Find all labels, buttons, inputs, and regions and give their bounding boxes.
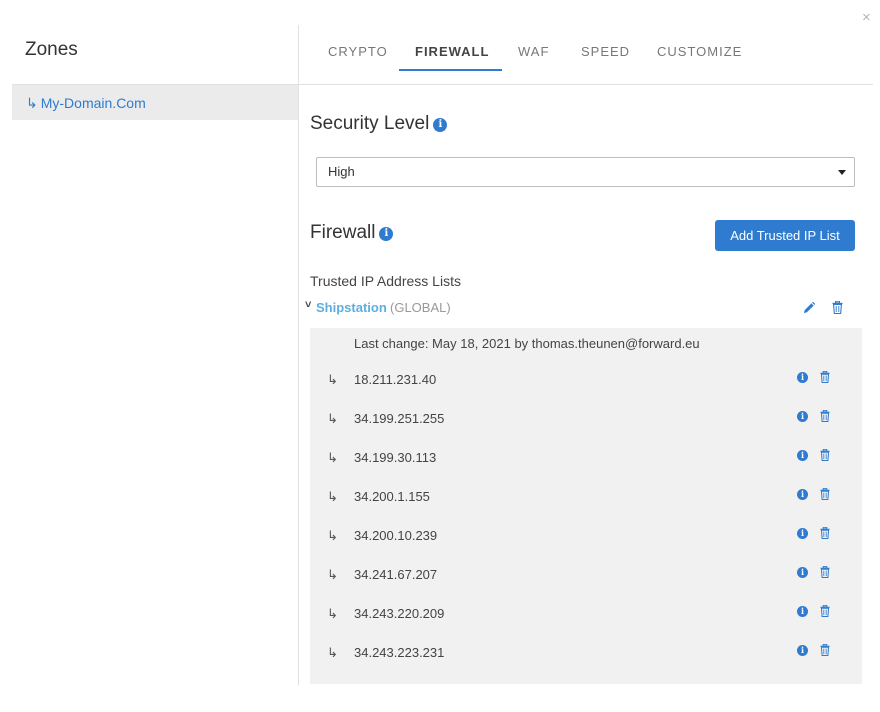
tab-speed[interactable]: SPEED: [581, 44, 630, 59]
ip-address: 34.200.1.155: [354, 489, 430, 504]
active-tab-indicator: [399, 69, 502, 71]
sub-arrow-icon: ↳: [327, 411, 338, 426]
trash-icon[interactable]: [832, 301, 843, 314]
info-icon[interactable]: i: [797, 567, 808, 578]
info-icon[interactable]: i: [797, 372, 808, 383]
info-icon[interactable]: i: [379, 227, 394, 241]
ip-address: 34.243.220.209: [354, 606, 445, 621]
caret-down-icon: [838, 170, 846, 175]
ip-address: 34.241.67.207: [354, 567, 438, 582]
trash-icon[interactable]: [820, 449, 830, 461]
ip-list-item: ↳ 34.243.223.231 i: [310, 643, 862, 663]
ip-list-name[interactable]: Shipstation: [316, 300, 387, 315]
sidebar-item-my-domain[interactable]: ↳ My-Domain.Com: [12, 85, 299, 120]
ip-list-item: ↳ 34.199.251.255 i: [310, 409, 862, 429]
sub-arrow-icon: ↳: [327, 528, 338, 543]
ip-list-item: ↳ 34.243.220.209 i: [310, 604, 862, 624]
tab-crypto[interactable]: CRYPTO: [328, 44, 388, 59]
info-icon[interactable]: i: [797, 606, 808, 617]
security-level-select[interactable]: High: [316, 157, 855, 187]
sub-arrow-icon: ↳: [327, 645, 338, 660]
ip-address: 34.199.30.113: [354, 450, 437, 465]
tab-customize[interactable]: CUSTOMIZE: [657, 44, 742, 59]
ip-list-item: ↳ 18.211.231.40 i: [310, 370, 862, 390]
security-level-value: High: [328, 164, 355, 179]
sub-arrow-icon: ↳: [327, 606, 338, 621]
trash-icon[interactable]: [820, 566, 830, 578]
security-level-heading: Security Level i: [310, 113, 448, 135]
ip-list-scope: (GLOBAL): [390, 300, 451, 315]
last-change-text: Last change: May 18, 2021 by thomas.theu…: [354, 336, 700, 351]
ip-list-panel: Last change: May 18, 2021 by thomas.theu…: [310, 328, 862, 684]
pencil-icon[interactable]: [802, 301, 816, 315]
trash-icon[interactable]: [820, 644, 830, 656]
ip-address: 34.243.223.231: [354, 645, 445, 660]
info-icon[interactable]: i: [797, 645, 808, 656]
ip-list-item: ↳ 34.241.67.207 i: [310, 565, 862, 585]
tab-waf[interactable]: WAF: [518, 44, 549, 59]
info-icon[interactable]: i: [797, 411, 808, 422]
vertical-divider: [298, 25, 299, 685]
chevron-down-icon[interactable]: ˅: [305, 299, 311, 311]
ip-address: 34.199.251.255: [354, 411, 445, 426]
zones-sidebar: Zones ↳ My-Domain.Com: [12, 25, 299, 685]
ip-address: 18.211.231.40: [354, 372, 437, 387]
trash-icon[interactable]: [820, 410, 830, 422]
info-icon[interactable]: i: [797, 528, 808, 539]
trash-icon[interactable]: [820, 488, 830, 500]
ip-list-item: ↳ 34.200.10.239 i: [310, 526, 862, 546]
sub-arrow-icon: ↳: [327, 567, 338, 582]
firewall-title: Firewall: [310, 222, 376, 243]
tab-bar: CRYPTO FIREWALL WAF SPEED CUSTOMIZE: [299, 25, 873, 85]
trusted-ip-lists-title: Trusted IP Address Lists: [310, 273, 461, 289]
sidebar-title: Zones: [25, 39, 78, 60]
trash-icon[interactable]: [820, 605, 830, 617]
sub-arrow-icon: ↳: [327, 489, 338, 504]
add-trusted-ip-list-button[interactable]: Add Trusted IP List: [715, 220, 855, 251]
info-icon[interactable]: i: [797, 489, 808, 500]
ip-list-item: ↳ 34.200.1.155 i: [310, 487, 862, 507]
trash-icon[interactable]: [820, 527, 830, 539]
trash-icon[interactable]: [820, 371, 830, 383]
sub-arrow-icon: ↳: [327, 372, 338, 387]
info-icon[interactable]: i: [433, 118, 448, 132]
close-icon[interactable]: ×: [862, 10, 871, 25]
sub-arrow-icon: ↳: [26, 95, 38, 111]
zone-label: My-Domain.Com: [40, 95, 146, 111]
ip-address: 34.200.10.239: [354, 528, 438, 543]
ip-list-item: ↳ 34.199.30.113 i: [310, 448, 862, 468]
tab-firewall[interactable]: FIREWALL: [415, 44, 489, 59]
info-icon[interactable]: i: [797, 450, 808, 461]
ip-list-header: ˅ Shipstation (GLOBAL): [305, 299, 865, 317]
security-level-title: Security Level: [310, 113, 430, 134]
firewall-heading: Firewall i: [310, 222, 394, 244]
sub-arrow-icon: ↳: [327, 450, 338, 465]
